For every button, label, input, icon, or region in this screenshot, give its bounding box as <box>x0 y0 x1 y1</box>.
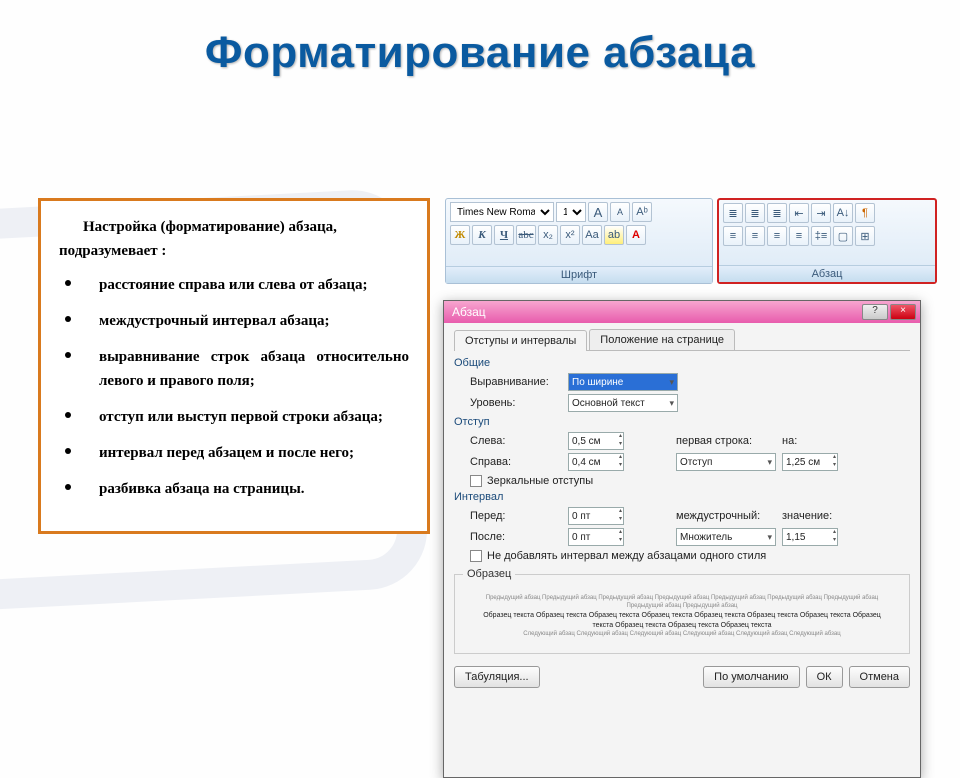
card-list: расстояние справа или слева от абзаца; м… <box>59 273 409 501</box>
font-size-combo[interactable]: 12 <box>556 202 586 222</box>
subscript-button[interactable]: x₂ <box>538 225 558 245</box>
on-label: на: <box>782 435 812 447</box>
highlight-button[interactable]: ab <box>604 225 624 245</box>
nospace-checkbox[interactable]: Не добавлять интервал между абзацами одн… <box>470 550 910 562</box>
justify-button[interactable]: ≡ <box>789 226 809 246</box>
help-button[interactable]: ? <box>862 304 888 320</box>
list-item: разбивка абзаца на страницы. <box>59 477 409 501</box>
mirror-indents-label: Зеркальные отступы <box>487 475 593 487</box>
tab-page-position[interactable]: Положение на странице <box>589 329 735 350</box>
grow-font-button[interactable]: A <box>588 202 608 222</box>
checkbox-icon <box>470 550 482 562</box>
align-label: Выравнивание: <box>470 376 562 388</box>
font-name-combo[interactable]: Times New Roman <box>450 202 554 222</box>
clear-format-button[interactable]: Aᵇ <box>632 202 652 222</box>
firstline-value-spin[interactable]: 1,25 см <box>782 453 838 471</box>
list-item: выравнивание строк абзаца относительно л… <box>59 345 409 393</box>
level-combo[interactable]: Основной текст <box>568 394 678 412</box>
preview-fieldset: Образец Предыдущий абзац Предыдущий абза… <box>454 568 910 654</box>
preview-legend: Образец <box>463 568 515 580</box>
mirror-indents-checkbox[interactable]: Зеркальные отступы <box>470 475 910 487</box>
description-card: Настройка (форматирование) абзаца, подра… <box>38 198 430 534</box>
tabs-button[interactable]: Табуляция... <box>454 666 540 688</box>
multilevel-button[interactable]: ≣ <box>767 203 787 223</box>
preview-content: Предыдущий абзац Предыдущий абзац Предыд… <box>463 588 901 645</box>
tab-indents-spacing[interactable]: Отступы и интервалы <box>454 330 587 351</box>
numbering-button[interactable]: ≣ <box>745 203 765 223</box>
line-spacing-button[interactable]: ‡≡ <box>811 226 831 246</box>
after-label: После: <box>470 531 562 543</box>
paragraph-dialog: Абзац ? × Отступы и интервалы Положение … <box>443 300 921 778</box>
italic-button[interactable]: К <box>472 225 492 245</box>
before-label: Перед: <box>470 510 562 522</box>
ribbon-font-label: Шрифт <box>446 266 712 283</box>
align-center-button[interactable]: ≡ <box>745 226 765 246</box>
align-right-button[interactable]: ≡ <box>767 226 787 246</box>
change-case-button[interactable]: Aa <box>582 225 602 245</box>
firstline-mode-combo[interactable]: Отступ <box>676 453 776 471</box>
dialog-tabs: Отступы и интервалы Положение на страниц… <box>454 329 910 351</box>
ribbon-group-font: Times New Roman 12 A A Aᵇ Ж К Ч abc x₂ x… <box>445 198 713 284</box>
checkbox-icon <box>470 475 482 487</box>
underline-button[interactable]: Ч <box>494 225 514 245</box>
value-label: значение: <box>782 510 842 522</box>
superscript-button[interactable]: x² <box>560 225 580 245</box>
shrink-font-button[interactable]: A <box>610 202 630 222</box>
dialog-titlebar[interactable]: Абзац ? × <box>444 301 920 323</box>
align-left-button[interactable]: ≡ <box>723 226 743 246</box>
group-indent-label: Отступ <box>454 416 910 428</box>
font-color-button[interactable]: A <box>626 225 646 245</box>
nospace-label: Не добавлять интервал между абзацами одн… <box>487 550 766 562</box>
group-general-label: Общие <box>454 357 910 369</box>
indent-right-spin[interactable]: 0,4 см <box>568 453 624 471</box>
after-spin[interactable]: 0 пт <box>568 528 624 546</box>
page-title: Форматирование абзаца <box>0 0 960 78</box>
align-combo[interactable]: По ширине <box>568 373 678 391</box>
ribbon-group-paragraph: ≣ ≣ ≣ ⇤ ⇥ A↓ ¶ ≡ ≡ ≡ ≡ ‡≡ ▢ ⊞ <box>717 198 937 284</box>
bullets-button[interactable]: ≣ <box>723 203 743 223</box>
borders-button[interactable]: ⊞ <box>855 226 875 246</box>
outdent-button[interactable]: ⇤ <box>789 203 809 223</box>
linespace-mode-combo[interactable]: Множитель <box>676 528 776 546</box>
default-button[interactable]: По умолчанию <box>703 666 799 688</box>
dialog-buttons: Табуляция... По умолчанию ОК Отмена <box>454 662 910 688</box>
group-spacing-label: Интервал <box>454 491 910 503</box>
indent-right-label: Справа: <box>470 456 562 468</box>
dialog-title: Абзац <box>452 305 486 319</box>
indent-left-label: Слева: <box>470 435 562 447</box>
ribbon: Times New Roman 12 A A Aᵇ Ж К Ч abc x₂ x… <box>445 198 939 284</box>
indent-left-spin[interactable]: 0,5 см <box>568 432 624 450</box>
indent-button[interactable]: ⇥ <box>811 203 831 223</box>
list-item: интервал перед абзацем и после него; <box>59 441 409 465</box>
close-button[interactable]: × <box>890 304 916 320</box>
card-lead: Настройка (форматирование) абзаца, подра… <box>59 215 409 263</box>
sort-button[interactable]: A↓ <box>833 203 853 223</box>
show-marks-button[interactable]: ¶ <box>855 203 875 223</box>
level-label: Уровень: <box>470 397 562 409</box>
firstline-label: первая строка: <box>676 435 776 447</box>
before-spin[interactable]: 0 пт <box>568 507 624 525</box>
linespace-label: междустрочный: <box>676 510 776 522</box>
ok-button[interactable]: ОК <box>806 666 843 688</box>
strike-button[interactable]: abc <box>516 225 536 245</box>
bold-button[interactable]: Ж <box>450 225 470 245</box>
list-item: расстояние справа или слева от абзаца; <box>59 273 409 297</box>
list-item: отступ или выступ первой строки абзаца; <box>59 405 409 429</box>
linespace-value-spin[interactable]: 1,15 <box>782 528 838 546</box>
ribbon-paragraph-label: Абзац <box>719 265 935 282</box>
shading-button[interactable]: ▢ <box>833 226 853 246</box>
cancel-button[interactable]: Отмена <box>849 666 910 688</box>
list-item: междустрочный интервал абзаца; <box>59 309 409 333</box>
